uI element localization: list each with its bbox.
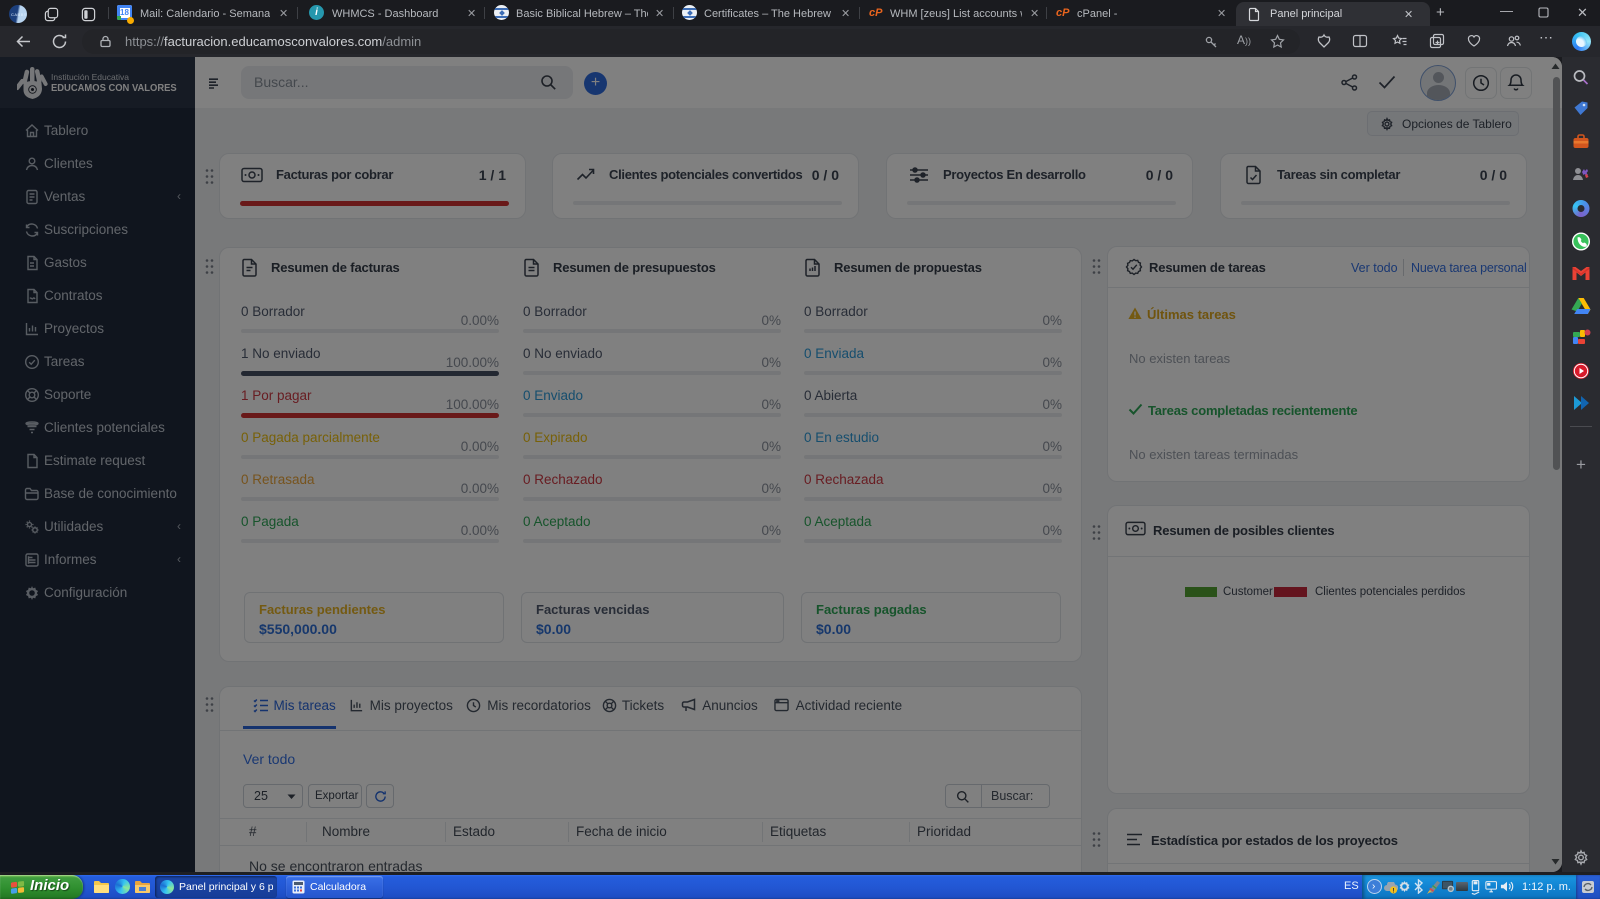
svg-text:!: ! [1392, 888, 1394, 894]
